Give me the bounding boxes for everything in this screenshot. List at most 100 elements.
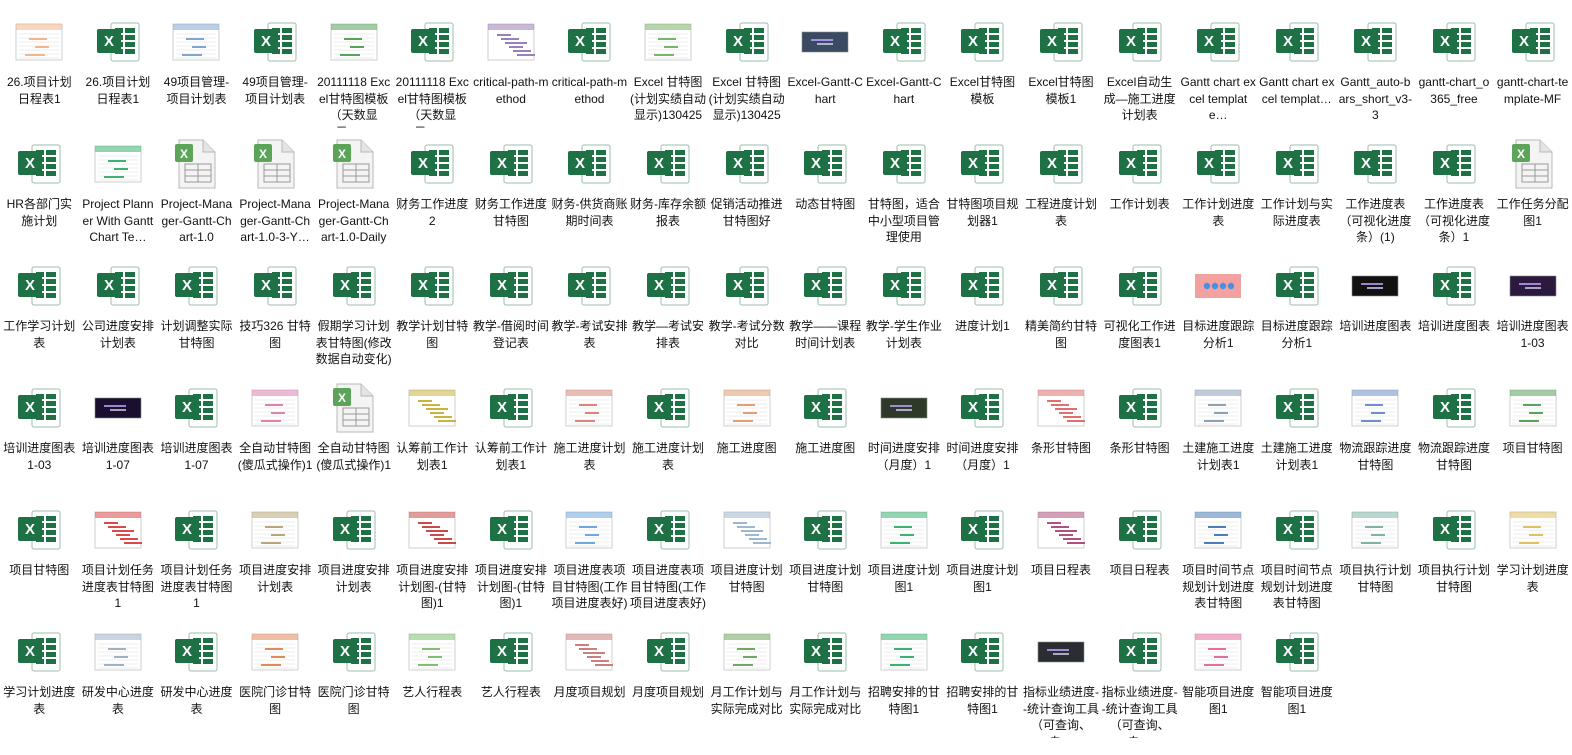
file-item[interactable]: 培训进度图表1-03: [1493, 250, 1572, 372]
file-item[interactable]: X 财务工作进度2: [393, 128, 472, 250]
file-item[interactable]: X 项目进度计划甘特图: [786, 494, 865, 616]
file-item[interactable]: X 49项目管理-项目计划表: [236, 6, 315, 128]
file-item[interactable]: X 工作进度表（可视化进度条）(1): [1336, 128, 1415, 250]
file-item[interactable]: 艺人行程表: [393, 616, 472, 738]
file-item[interactable]: X 教学——课程时间计划表: [786, 250, 865, 372]
file-item[interactable]: 土建施工进度计划表1: [1179, 372, 1258, 494]
file-item[interactable]: 认筹前工作计划表1: [393, 372, 472, 494]
file-item[interactable]: X 月度项目规划: [629, 616, 708, 738]
file-item[interactable]: X 甘特图项目规划器1: [943, 128, 1022, 250]
file-item[interactable]: X Excel 甘特图(计划实绩自动显示)130425: [707, 6, 786, 128]
file-item[interactable]: 研发中心进度表: [79, 616, 158, 738]
file-item[interactable]: X 项目甘特图: [0, 494, 79, 616]
file-item[interactable]: 医院门诊甘特图: [236, 616, 315, 738]
file-item[interactable]: X 20111118 Excel甘特图模板（天数显示，…: [393, 6, 472, 128]
file-item[interactable]: X 甘特图，适合中小型项目管理使用: [865, 128, 944, 250]
file-item[interactable]: X Excel-Gantt-Chart: [865, 6, 944, 128]
file-item[interactable]: X Project-Manager-Gantt-Chart-1.0-3-Y…: [236, 128, 315, 250]
file-item[interactable]: X 工作计划与实际进度表: [1258, 128, 1337, 250]
file-item[interactable]: 施工进度图: [707, 372, 786, 494]
file-item[interactable]: Excel 甘特图(计划实绩自动显示)130425: [629, 6, 708, 128]
file-item[interactable]: X 工作任务分配图1: [1493, 128, 1572, 250]
file-item[interactable]: X 教学-学生作业计划表: [865, 250, 944, 372]
file-item[interactable]: 项目进度安排计划表: [236, 494, 315, 616]
file-item[interactable]: X Excel甘特图模板1: [1022, 6, 1101, 128]
file-item[interactable]: X 施工进度计划表: [629, 372, 708, 494]
file-item[interactable]: X 工程进度计划表: [1022, 128, 1101, 250]
file-item[interactable]: 月工作计划与实际完成对比: [707, 616, 786, 738]
file-item[interactable]: X Project-Manager-Gantt-Chart-1.0: [157, 128, 236, 250]
file-item[interactable]: X 工作进度表（可视化进度条）1: [1415, 128, 1494, 250]
file-item[interactable]: X 研发中心进度表: [157, 616, 236, 738]
file-item[interactable]: X Gantt chart excel template…: [1179, 6, 1258, 128]
file-item[interactable]: X Excel自动生成—施工进度计划表: [1100, 6, 1179, 128]
file-item[interactable]: X critical-path-method: [550, 6, 629, 128]
file-item[interactable]: critical-path-method: [472, 6, 551, 128]
file-item[interactable]: X 计划调整实际甘特图: [157, 250, 236, 372]
file-item[interactable]: X Gantt_auto-bars_short_v3-3: [1336, 6, 1415, 128]
file-item[interactable]: X 项目日程表: [1100, 494, 1179, 616]
file-item[interactable]: X Gantt chart excel templat…: [1258, 6, 1337, 128]
file-item[interactable]: X 26.项目计划日程表1: [79, 6, 158, 128]
file-item[interactable]: X 时间进度安排（月度）1: [943, 372, 1022, 494]
file-item[interactable]: 月度项目规划: [550, 616, 629, 738]
file-item[interactable]: X gantt-chart_o365_free: [1415, 6, 1494, 128]
file-item[interactable]: 施工进度计划表: [550, 372, 629, 494]
file-item[interactable]: X 项目执行计划甘特图: [1415, 494, 1494, 616]
file-item[interactable]: X 公司进度安排计划表: [79, 250, 158, 372]
file-item[interactable]: X 目标进度跟踪分析1: [1258, 250, 1337, 372]
file-item[interactable]: X 项目时间节点规划计划进度表甘特图: [1258, 494, 1337, 616]
file-item[interactable]: X 艺人行程表: [472, 616, 551, 738]
file-item[interactable]: 培训进度图表: [1336, 250, 1415, 372]
file-item[interactable]: 物流跟踪进度甘特图: [1336, 372, 1415, 494]
file-item[interactable]: X 全自动甘特图(傻瓜式操作)1: [314, 372, 393, 494]
file-item[interactable]: X 教学—考试安排表: [629, 250, 708, 372]
file-item[interactable]: X 教学-考试分数对比: [707, 250, 786, 372]
file-item[interactable]: X 财务工作进度甘特图: [472, 128, 551, 250]
file-item[interactable]: 项目执行计划甘特图: [1336, 494, 1415, 616]
file-item[interactable]: X 财务-供货商账期时间表: [550, 128, 629, 250]
file-item[interactable]: X 项目进度安排计划图-(甘特图)1: [472, 494, 551, 616]
file-item[interactable]: 指标业绩进度--统计查询工具（可查询、自…: [1022, 616, 1101, 738]
file-item[interactable]: X 动态甘特图: [786, 128, 865, 250]
file-item[interactable]: X 工作学习计划表: [0, 250, 79, 372]
file-item[interactable]: 49项目管理-项目计划表: [157, 6, 236, 128]
file-item[interactable]: 智能项目进度图1: [1179, 616, 1258, 738]
file-item[interactable]: 招聘安排的甘特图1: [865, 616, 944, 738]
file-item[interactable]: X 条形甘特图: [1100, 372, 1179, 494]
file-item[interactable]: 项目计划任务进度表甘特图1: [79, 494, 158, 616]
file-item[interactable]: X 进度计划1: [943, 250, 1022, 372]
file-item[interactable]: X 培训进度图表1-07: [157, 372, 236, 494]
file-item[interactable]: X 培训进度图表1-03: [0, 372, 79, 494]
file-item[interactable]: X Project-Manager-Gantt-Chart-1.0-Daily: [314, 128, 393, 250]
file-item[interactable]: 项目进度计划甘特图: [707, 494, 786, 616]
file-item[interactable]: 全自动甘特图(傻瓜式操作)1: [236, 372, 315, 494]
file-item[interactable]: 26.项目计划日程表1: [0, 6, 79, 128]
file-item[interactable]: X 假期学习计划表甘特图(修改数据自动变化): [314, 250, 393, 372]
file-item[interactable]: X 施工进度图: [786, 372, 865, 494]
file-item[interactable]: X 可视化工作进度图表1: [1100, 250, 1179, 372]
file-item[interactable]: X 招聘安排的甘特图1: [943, 616, 1022, 738]
file-item[interactable]: 时间进度安排（月度）1: [865, 372, 944, 494]
file-item[interactable]: 20111118 Excel甘特图模板（天数显示，…: [314, 6, 393, 128]
file-item[interactable]: Excel-Gantt-Chart: [786, 6, 865, 128]
file-item[interactable]: X 智能项目进度图1: [1258, 616, 1337, 738]
file-item[interactable]: X 工作计划表: [1100, 128, 1179, 250]
file-item[interactable]: X 培训进度图表: [1415, 250, 1494, 372]
file-item[interactable]: 项目进度计划图1: [865, 494, 944, 616]
file-item[interactable]: X 项目进度计划图1: [943, 494, 1022, 616]
file-item[interactable]: X 教学计划甘特图: [393, 250, 472, 372]
file-item[interactable]: 项目日程表: [1022, 494, 1101, 616]
file-item[interactable]: 项目进度表项目甘特图(工作项目进度表好): [550, 494, 629, 616]
file-item[interactable]: X 促销活动推进甘特图好: [707, 128, 786, 250]
file-item[interactable]: X 项目进度表项目甘特图(工作项目进度表好): [629, 494, 708, 616]
file-item[interactable]: X 物流跟踪进度甘特图: [1415, 372, 1494, 494]
file-item[interactable]: X 教学-考试安排表: [550, 250, 629, 372]
file-item[interactable]: 项目进度安排计划图-(甘特图)1: [393, 494, 472, 616]
file-item[interactable]: 目标进度跟踪分析1: [1179, 250, 1258, 372]
file-item[interactable]: X gantt-chart-template-MF: [1493, 6, 1572, 128]
file-item[interactable]: X 财务-库存余额报表: [629, 128, 708, 250]
file-item[interactable]: X 精美简约甘特图: [1022, 250, 1101, 372]
file-item[interactable]: X Excel甘特图模板: [943, 6, 1022, 128]
file-item[interactable]: X HR各部门实施计划: [0, 128, 79, 250]
